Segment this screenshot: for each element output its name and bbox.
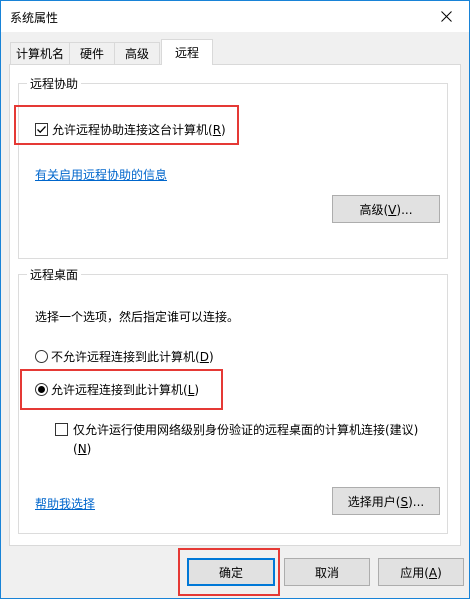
select-users-button[interactable]: 选择用户(S)...: [332, 487, 440, 515]
radio-selected-dot: [38, 386, 45, 393]
tab-label: 计算机名: [15, 47, 64, 61]
remote-tab-panel: 远程协助 允许远程协助连接这台计算机(R) 有关启用远程协助的信息 高级(V).…: [9, 64, 461, 546]
button-label: 取消: [314, 565, 339, 580]
checkbox-label: 仅允许运行使用网络级别身份验证的远程桌面的计算机连接(建议): [73, 423, 419, 437]
remote-assistance-info-link[interactable]: 有关启用远程协助的信息: [35, 166, 167, 183]
checkbox-label-line2: (N): [73, 442, 92, 456]
radio-disallow-remote[interactable]: 不允许远程连接到此计算机(D): [35, 348, 214, 365]
radio-circle: [35, 350, 48, 363]
tab-label: 硬件: [79, 47, 104, 61]
tab-computer-name[interactable]: 计算机名: [10, 42, 70, 64]
tab-remote[interactable]: 远程: [161, 39, 213, 65]
radio-allow-remote[interactable]: 允许远程连接到此计算机(L): [35, 381, 199, 398]
remote-desktop-group-label: 远程桌面: [27, 266, 82, 283]
close-icon: [440, 11, 452, 22]
button-label: 确定: [218, 565, 243, 580]
help-me-choose-link[interactable]: 帮助我选择: [35, 495, 95, 512]
checkmark-icon: [37, 126, 46, 134]
checkbox-box: [35, 123, 48, 136]
remote-assistance-group-label: 远程协助: [27, 75, 82, 92]
radio-label: 允许远程连接到此计算机(L): [51, 383, 200, 397]
remote-assistance-group: 远程协助 允许远程协助连接这台计算机(R) 有关启用远程协助的信息 高级(V).…: [18, 75, 448, 259]
remote-desktop-instruction: 选择一个选项，然后指定谁可以连接。: [35, 310, 240, 324]
tab-hardware[interactable]: 硬件: [69, 42, 115, 64]
allow-remote-assistance-checkbox[interactable]: 允许远程协助连接这台计算机(R): [35, 121, 226, 138]
window-title: 系统属性: [10, 11, 59, 25]
tab-advanced[interactable]: 高级: [114, 42, 160, 64]
remote-desktop-group: 远程桌面 选择一个选项，然后指定谁可以连接。 不允许远程连接到此计算机(D) 允…: [18, 266, 448, 534]
nla-only-checkbox[interactable]: 仅允许运行使用网络级别身份验证的远程桌面的计算机连接(建议) (N): [55, 421, 418, 456]
button-label: 高级(V)...: [359, 202, 413, 217]
title-bar: 系统属性: [1, 1, 469, 32]
tab-label: 远程: [174, 46, 199, 60]
ok-button[interactable]: 确定: [187, 558, 275, 586]
button-label: 应用(A): [400, 565, 442, 580]
checkbox-label: 允许远程协助连接这台计算机(R): [52, 123, 226, 137]
checkbox-box: [55, 423, 68, 436]
tab-label: 高级: [124, 47, 149, 61]
close-button[interactable]: [423, 1, 469, 32]
system-properties-window: 系统属性 计算机名 硬件 高级 远程 远程协助 允许远程协助连接这台计算机(R): [0, 0, 470, 599]
apply-button[interactable]: 应用(A): [378, 558, 464, 586]
button-label: 选择用户(S)...: [347, 494, 425, 509]
advanced-button[interactable]: 高级(V)...: [332, 195, 440, 223]
radio-circle: [35, 383, 48, 396]
cancel-button[interactable]: 取消: [284, 558, 370, 586]
radio-label: 不允许远程连接到此计算机(D): [51, 350, 214, 364]
